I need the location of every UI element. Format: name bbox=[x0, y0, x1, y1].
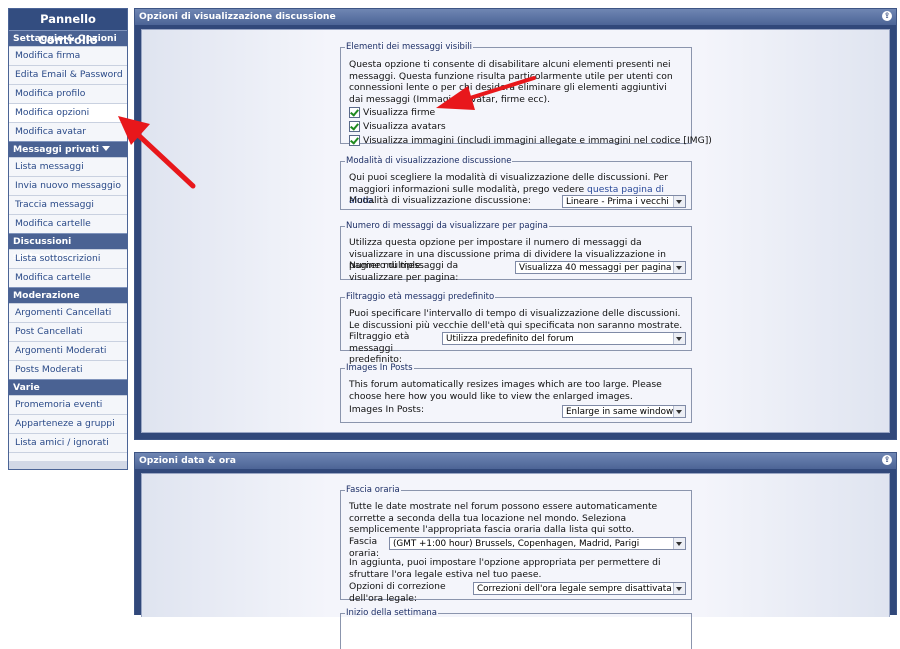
posts-per-page-label: Numero di messaggi da visualizzare per p… bbox=[349, 260, 459, 283]
panel-body: Elementi dei messaggi visibili Questa op… bbox=[141, 29, 890, 433]
chevron-down-icon bbox=[673, 583, 685, 594]
fieldset-week-start: Inizio della settimana bbox=[340, 608, 692, 649]
images-in-posts-label: Images In Posts: bbox=[349, 404, 425, 415]
section-label: Varie bbox=[13, 382, 40, 393]
collapse-icon[interactable]: ⇪ bbox=[882, 11, 892, 21]
sidebar-item-subscription-list[interactable]: Lista sottoscrizioni bbox=[9, 249, 127, 268]
fieldset-legend: Numero di messaggi da visualizzare per p… bbox=[346, 221, 548, 231]
chevron-down-icon bbox=[673, 196, 685, 207]
sidebar-item-edit-profile[interactable]: Modifica profilo bbox=[9, 84, 127, 103]
fieldset-images-in-posts: Images In Posts This forum automatically… bbox=[340, 363, 692, 423]
collapse-icon[interactable]: ⇪ bbox=[882, 455, 892, 465]
thread-display-options-panel: Opzioni di visualizzazione discussione ⇪… bbox=[134, 8, 897, 440]
checkbox-label: Visualizza firme bbox=[363, 107, 436, 118]
images-in-posts-select[interactable]: Enlarge in same window bbox=[562, 405, 686, 418]
checkbox-label: Visualizza avatars bbox=[363, 121, 446, 132]
fieldset-legend: Images In Posts bbox=[346, 363, 413, 373]
date-time-options-panel: Opzioni data & ora ⇪ Fascia oraria Tutte… bbox=[134, 452, 897, 649]
fieldset-description: This forum automatically resizes images … bbox=[349, 379, 662, 402]
posts-per-page-select[interactable]: Visualizza 40 messaggi per pagina bbox=[515, 261, 686, 274]
fieldset-posts-per-page: Numero di messaggi da visualizzare per p… bbox=[340, 221, 692, 283]
sidebar-item-deleted-posts[interactable]: Post Cancellati bbox=[9, 322, 127, 341]
select-value: Lineare - Prima i vecchi bbox=[566, 197, 669, 207]
display-mode-select[interactable]: Lineare - Prima i vecchi bbox=[562, 195, 686, 208]
sidebar-item-moderated-threads[interactable]: Argomenti Moderati bbox=[9, 341, 127, 360]
fieldset-visible-elements: Elementi dei messaggi visibili Questa op… bbox=[340, 42, 712, 146]
panel-title: Opzioni data & ora bbox=[139, 455, 236, 466]
sidebar-item-message-list[interactable]: Lista messaggi bbox=[9, 157, 127, 176]
chevron-down-icon bbox=[673, 538, 685, 549]
show-images-checkbox[interactable] bbox=[349, 135, 360, 146]
sidebar-item-track-messages[interactable]: Traccia messaggi bbox=[9, 195, 127, 214]
display-mode-label: Modalità di visualizzazione discussione: bbox=[349, 195, 531, 206]
select-value: (GMT +1:00 hour) Brussels, Copenhagen, M… bbox=[393, 539, 640, 549]
fieldset-description: Questa opzione ti consente di disabilita… bbox=[349, 59, 673, 105]
section-label: Messaggi privati bbox=[13, 144, 99, 155]
sidebar-item-event-reminders[interactable]: Promemoria eventi bbox=[9, 395, 127, 414]
chevron-down-icon bbox=[673, 262, 685, 273]
fieldset-legend: Modalità di visualizzazione discussione bbox=[346, 156, 512, 166]
sidebar-title: Pannello Controllo bbox=[9, 9, 127, 47]
panel-title: Opzioni di visualizzazione discussione bbox=[139, 11, 336, 22]
fieldset-legend: Elementi dei messaggi visibili bbox=[346, 42, 473, 52]
sidebar-item-send-message[interactable]: Invia nuovo messaggio bbox=[9, 176, 127, 195]
timezone-label: Fascia oraria: bbox=[349, 536, 380, 559]
sidebar-item-moderated-posts[interactable]: Posts Moderati bbox=[9, 360, 127, 379]
age-filter-label: Filtraggio età messaggi predefinito: bbox=[349, 331, 410, 365]
select-value: Enlarge in same window bbox=[566, 407, 674, 417]
sidebar-section-private-messages[interactable]: Messaggi privati bbox=[9, 141, 127, 157]
chevron-down-icon bbox=[673, 333, 685, 344]
sidebar-footer bbox=[9, 452, 127, 461]
sidebar-section-subscriptions[interactable]: Discussioni sottoscritte bbox=[9, 233, 127, 262]
dst-label: Opzioni di correzione dell'ora legale: bbox=[349, 581, 446, 604]
panel-header: Opzioni data & ora ⇪ bbox=[135, 453, 896, 469]
sidebar-item-buddy-ignore-list[interactable]: Lista amici / ignorati bbox=[9, 433, 127, 452]
control-panel-sidebar: Pannello Controllo Settaggio & Opzioni M… bbox=[8, 8, 128, 470]
age-filter-select[interactable]: Utilizza predefinito del forum bbox=[442, 332, 686, 345]
checkbox-label: Visualizza immagini (includi immagini al… bbox=[363, 135, 712, 146]
show-avatars-checkbox[interactable] bbox=[349, 121, 360, 132]
panel-body: Fascia oraria Tutte le date mostrate nel… bbox=[141, 473, 890, 649]
dst-description: In aggiunta, puoi impostare l'opzione ap… bbox=[349, 557, 661, 580]
sidebar-item-edit-signature[interactable]: Modifica firma bbox=[9, 46, 127, 65]
dst-select[interactable]: Correzioni dell'ora legale sempre disatt… bbox=[473, 582, 686, 595]
select-value: Visualizza 40 messaggi per pagina bbox=[519, 263, 672, 273]
sidebar-item-edit-options[interactable]: Modifica opzioni bbox=[9, 103, 127, 122]
sidebar-item-edit-avatar[interactable]: Modifica avatar bbox=[9, 122, 127, 141]
fieldset-age-filter: Filtraggio età messaggi predefinito Puoi… bbox=[340, 292, 692, 365]
fieldset-timezone: Fascia oraria Tutte le date mostrate nel… bbox=[340, 485, 692, 604]
section-label: Settaggio & Opzioni bbox=[13, 33, 117, 44]
sidebar-item-group-memberships[interactable]: Apparteneze a gruppi bbox=[9, 414, 127, 433]
chevron-down-icon bbox=[673, 406, 685, 417]
sidebar-item-deleted-threads[interactable]: Argomenti Cancellati bbox=[9, 303, 127, 322]
fieldset-legend: Inizio della settimana bbox=[346, 608, 438, 618]
timezone-select[interactable]: (GMT +1:00 hour) Brussels, Copenhagen, M… bbox=[389, 537, 686, 550]
sidebar-item-edit-email-password[interactable]: Edita Email & Password bbox=[9, 65, 127, 84]
fieldset-description: Tutte le date mostrate nel forum possono… bbox=[349, 501, 658, 536]
fieldset-display-mode: Modalità di visualizzazione discussione … bbox=[340, 156, 692, 210]
sidebar-section-misc: Varie bbox=[9, 379, 127, 395]
sidebar-item-edit-folders[interactable]: Modifica cartelle bbox=[9, 214, 127, 233]
sidebar-item-edit-subscription-folders[interactable]: Modifica cartelle bbox=[9, 268, 127, 287]
select-value: Utilizza predefinito del forum bbox=[446, 334, 574, 344]
fieldset-legend: Filtraggio età messaggi predefinito bbox=[346, 292, 495, 302]
fieldset-description: Puoi specificare l'intervallo di tempo d… bbox=[349, 308, 683, 331]
select-value: Correzioni dell'ora legale sempre disatt… bbox=[477, 584, 672, 594]
section-label: Moderazione bbox=[13, 290, 80, 301]
collapse-down-icon[interactable] bbox=[102, 146, 110, 151]
sidebar-section-moderation: Moderazione bbox=[9, 287, 127, 303]
fieldset-legend: Fascia oraria bbox=[346, 485, 400, 495]
panel-header: Opzioni di visualizzazione discussione ⇪ bbox=[135, 9, 896, 25]
show-signatures-checkbox[interactable] bbox=[349, 107, 360, 118]
sidebar-section-settings: Settaggio & Opzioni bbox=[9, 30, 127, 46]
